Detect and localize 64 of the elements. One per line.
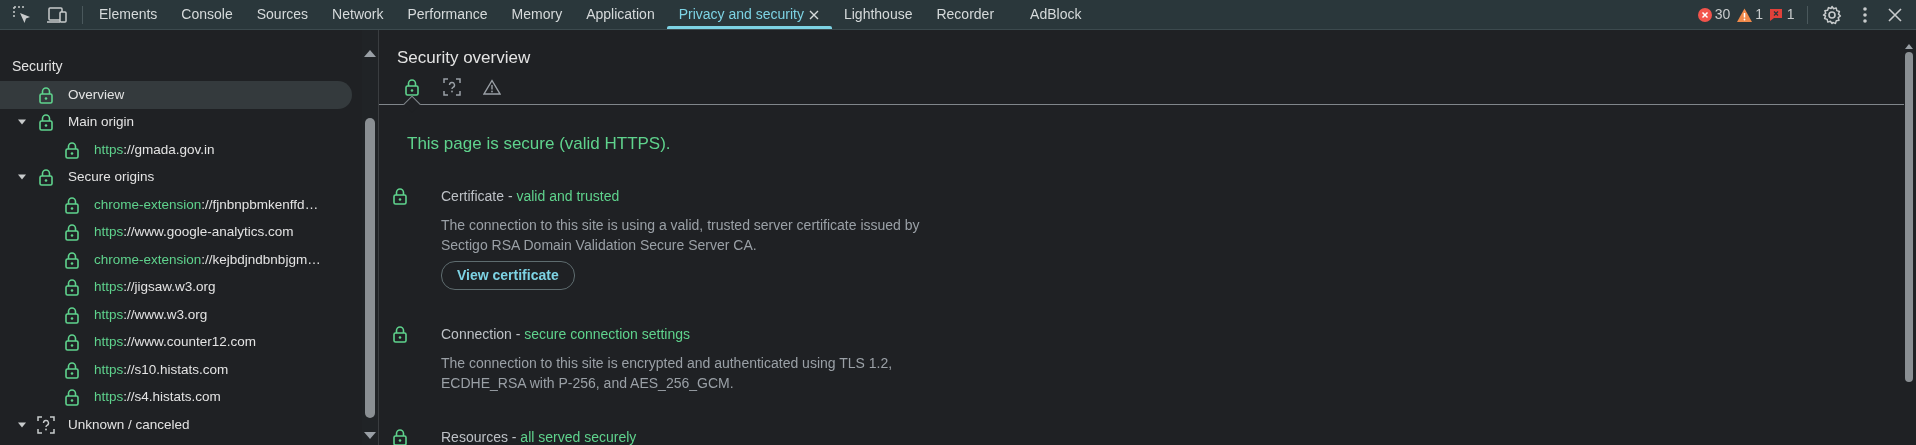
lock-icon	[65, 305, 79, 324]
unknown-icon	[443, 78, 461, 96]
section-description: The connection to this site is encrypted and authenticated using TLS 1.2, ECDHE_RSA with P-256, and AES_256_GCM.	[441, 354, 894, 393]
warning-icon	[1736, 7, 1752, 22]
panel-tab[interactable]: Application	[574, 0, 667, 29]
view-certificate-button[interactable]: View certificate	[441, 261, 575, 290]
unknown-icon	[37, 415, 55, 434]
counter-count: 1	[1786, 5, 1795, 24]
lock-icon	[65, 333, 79, 352]
settings-icon[interactable]	[1822, 4, 1842, 25]
section-title: Security	[11, 57, 64, 76]
origin-link[interactable]: chrome-extension://fjnbnpbmkenffd…	[94, 194, 319, 215]
sidebar-item[interactable]: Overview	[68, 84, 125, 105]
section-description: The connection to this site is using a valid, trusted server certificate issued by Sectigo RSA Domain Validation Secure Server CA.	[441, 216, 921, 255]
close-icon[interactable]	[1888, 7, 1902, 22]
origin-link[interactable]: https://gmada.gov.in	[94, 139, 215, 160]
origin-link[interactable]: https://www.google-analytics.com	[94, 222, 294, 243]
panel-tab[interactable]: Lighthouse	[831, 0, 925, 29]
security-summary: This page is secure (valid HTTPS).	[406, 132, 672, 155]
origin-link[interactable]: https://www.w3.org	[94, 304, 208, 325]
panel-tab[interactable]: Network	[320, 0, 396, 29]
sidebar-item[interactable]: Main origin	[68, 112, 135, 133]
sidebar-item[interactable]: Secure origins	[68, 167, 155, 188]
panel-tab[interactable]: Privacy and security	[666, 0, 832, 29]
section-heading: Resources - all served securely	[441, 428, 637, 445]
origin-link[interactable]: https://www.counter12.com	[94, 332, 257, 353]
more-options-icon[interactable]	[1862, 5, 1868, 24]
lock-icon	[39, 113, 53, 132]
panel-tab[interactable]: Sources	[244, 0, 321, 29]
lock-icon	[393, 428, 407, 445]
lock-icon	[39, 168, 53, 187]
section-heading: Certificate - valid and trusted	[441, 187, 621, 206]
section-heading: Connection - secure connection settings	[441, 325, 692, 344]
counter-count: 1	[1755, 5, 1763, 24]
origin-link[interactable]: chrome-extension://kejbdjndbnbjgm…	[94, 249, 321, 270]
panel-tab[interactable]: Memory	[499, 0, 575, 29]
panel-tab[interactable]: Performance	[395, 0, 500, 29]
issue-icon	[1769, 7, 1784, 22]
panel-tab[interactable]: Recorder	[924, 0, 1007, 29]
panel-tab[interactable]: AdBlock	[1018, 0, 1094, 29]
close-icon[interactable]	[807, 8, 820, 21]
lock-icon	[393, 325, 407, 343]
lock-icon	[65, 250, 79, 269]
inspect-icon[interactable]	[12, 4, 32, 25]
panel-tab[interactable]: Elements	[87, 0, 170, 29]
origin-link[interactable]: https://jigsaw.w3.org	[94, 277, 216, 298]
counter-count: 30	[1714, 5, 1731, 24]
panel-title: Security overview	[396, 47, 532, 69]
lock-icon	[39, 85, 53, 104]
sidebar-item[interactable]: Unknown / canceled	[68, 414, 190, 435]
lock-icon	[393, 187, 407, 205]
error-icon	[1697, 7, 1712, 22]
lock-icon	[65, 278, 79, 297]
warning-icon	[483, 79, 501, 95]
origin-link[interactable]: https://s10.histats.com	[94, 359, 229, 380]
lock-icon	[65, 360, 79, 379]
lock-icon	[405, 78, 419, 96]
lock-icon	[65, 388, 79, 407]
lock-icon	[65, 223, 79, 242]
origin-link[interactable]: https://s4.histats.com	[94, 387, 221, 408]
panel-tab[interactable]: Console	[169, 0, 245, 29]
device-toolbar-icon[interactable]	[46, 5, 68, 24]
lock-icon	[65, 195, 79, 214]
lock-icon	[65, 140, 79, 159]
